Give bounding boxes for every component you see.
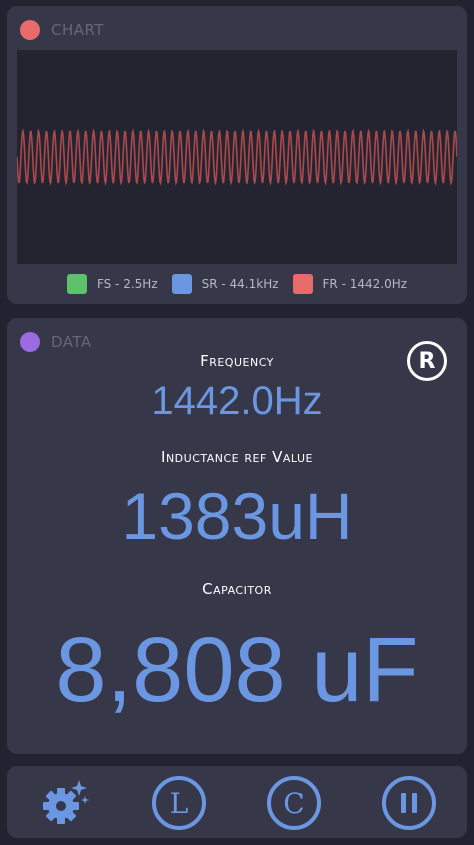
legend-label-sr: SR - 44.1kHz <box>201 277 279 291</box>
chart-panel-title: CHART <box>51 21 105 39</box>
settings-button[interactable] <box>37 776 91 830</box>
capacitance-mode-button[interactable]: C <box>267 776 321 830</box>
waveform-chart <box>17 50 457 264</box>
data-panel: DATA R Frequency 1442.0Hz Inductance ref… <box>7 318 467 754</box>
inductance-label: Inductance ref Value <box>161 448 313 466</box>
legend-label-fr: FR - 1442.0Hz <box>322 277 408 291</box>
waveform-line <box>17 128 457 186</box>
legend-item-sr: SR - 44.1kHz <box>171 274 279 294</box>
inductance-mode-button[interactable]: L <box>152 776 206 830</box>
bottom-toolbar: L C <box>7 766 467 838</box>
capacitor-label: Capacitor <box>202 580 272 598</box>
legend-swatch-fr <box>292 274 313 294</box>
frequency-label: Frequency <box>200 352 274 370</box>
pause-icon <box>401 793 417 813</box>
legend-item-fr: FR - 1442.0Hz <box>292 274 408 294</box>
inductance-value: 1383uH <box>121 479 353 553</box>
frequency-value: 1442.0Hz <box>151 379 323 423</box>
gear-sparkle-icon <box>43 780 89 824</box>
legend-swatch-fs <box>66 274 87 294</box>
chart-indicator-dot <box>20 20 40 40</box>
legend-item-fs: FS - 2.5Hz <box>66 274 158 294</box>
data-indicator-dot <box>20 332 40 352</box>
pause-button[interactable] <box>382 776 436 830</box>
chart-panel: CHART FS - 2.5Hz SR - 44.1kHz FR - 1442.… <box>7 6 467 304</box>
data-panel-title: DATA <box>51 333 92 351</box>
chart-legend: FS - 2.5Hz SR - 44.1kHz FR - 1442.0Hz <box>7 274 467 294</box>
waveform-svg <box>17 128 457 186</box>
capacitor-value: 8,808 uF <box>55 619 419 721</box>
legend-label-fs: FS - 2.5Hz <box>96 277 158 291</box>
legend-swatch-sr <box>171 274 192 294</box>
